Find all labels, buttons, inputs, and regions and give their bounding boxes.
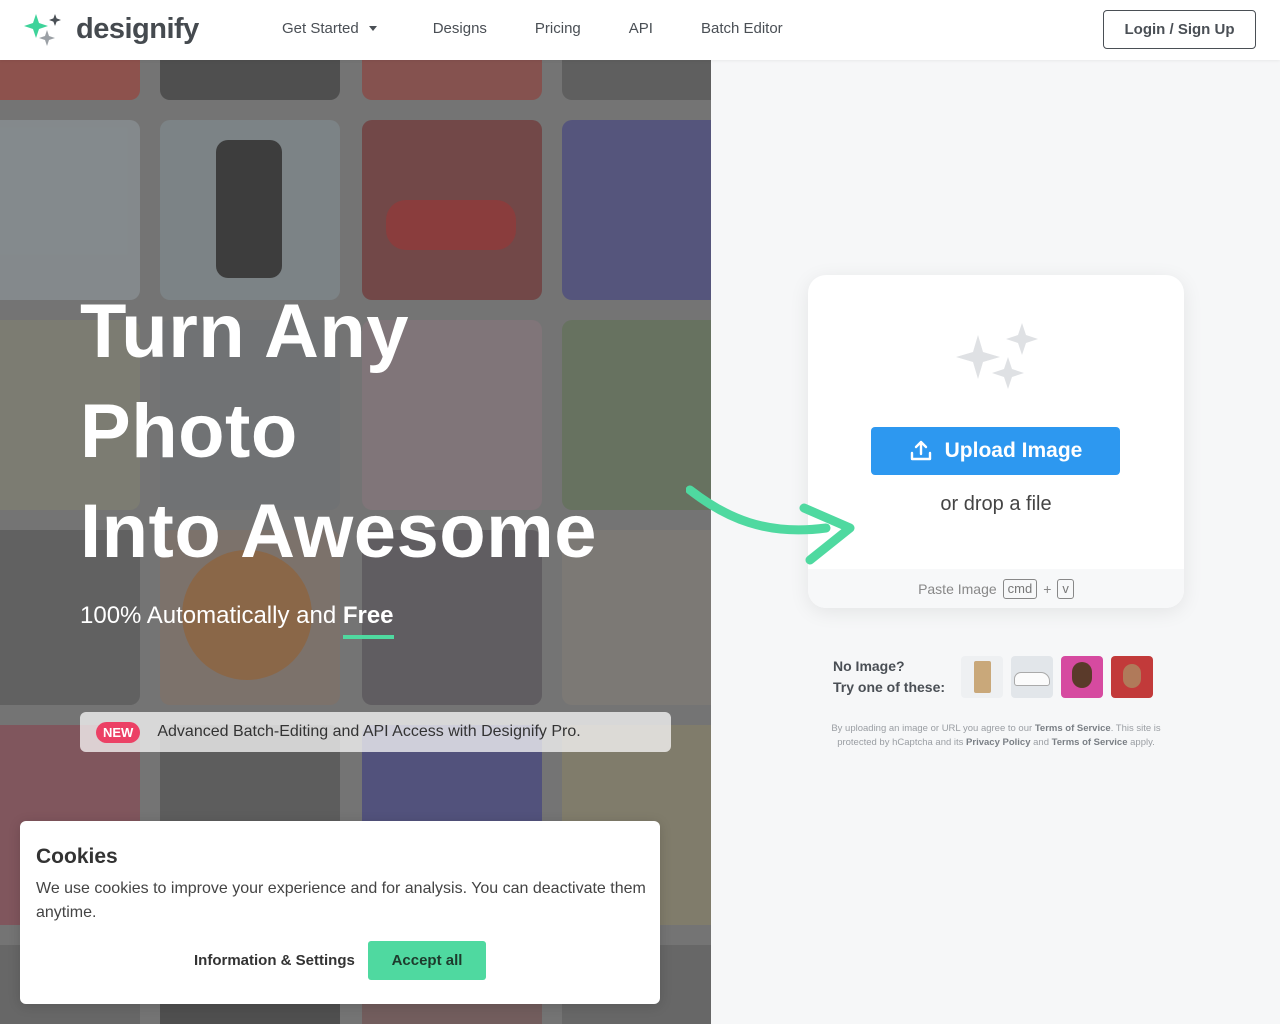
drop-file-text: or drop a file: [940, 493, 1052, 515]
nav-get-started[interactable]: Get Started: [282, 20, 377, 37]
cookie-settings-link[interactable]: Information & Settings: [194, 952, 355, 969]
person-icon: [1072, 662, 1093, 688]
hero-subtitle-highlight: Free: [342, 602, 394, 629]
curved-arrow-icon: [686, 485, 855, 565]
hero-title: Turn Any Photo Into Awesome: [80, 282, 597, 582]
pro-announcement-bar[interactable]: NEW Advanced Batch-Editing and API Acces…: [80, 712, 671, 752]
sample-thumb-woman[interactable]: [1111, 656, 1154, 698]
upload-icon: [910, 440, 931, 461]
terms-text-4: apply.: [1127, 737, 1155, 748]
new-badge: NEW: [96, 721, 141, 743]
nav-batch-editor[interactable]: Batch Editor: [701, 20, 783, 37]
sparkle-icon: [956, 323, 1038, 389]
paste-image-label: Paste Image: [918, 580, 997, 597]
key-cmd: cmd: [1002, 578, 1038, 599]
sample-thumb-man[interactable]: [1061, 656, 1104, 698]
pro-announcement-text: Advanced Batch-Editing and API Access wi…: [157, 723, 581, 740]
hero-title-line1: Turn Any: [80, 289, 410, 374]
cookie-banner: Cookies We use cookies to improve your e…: [20, 821, 660, 1004]
hero-subtitle-prefix: 100% Automatically and: [80, 602, 343, 629]
hero-subtitle: 100% Automatically and Free: [80, 602, 394, 630]
accept-all-cookies-button[interactable]: Accept all: [368, 941, 486, 980]
nav-pricing[interactable]: Pricing: [535, 20, 581, 37]
hero-title-line2: Photo: [80, 389, 298, 474]
chevron-down-icon: [368, 26, 377, 31]
nav-get-started-label: Get Started: [282, 20, 359, 37]
hero-title-line3: Into Awesome: [80, 489, 597, 574]
person-icon: [1123, 664, 1142, 688]
key-plus: +: [1043, 580, 1052, 597]
logo-text: designify: [76, 12, 199, 45]
cookie-title: Cookies: [36, 845, 118, 868]
upload-image-button[interactable]: Upload Image: [871, 427, 1120, 475]
terms-of-service-link[interactable]: Terms of Service: [1035, 723, 1111, 734]
nav-api[interactable]: API: [629, 20, 653, 37]
cookie-text: We use cookies to improve your experienc…: [36, 880, 646, 921]
top-navbar: designify Get Started Designs Pricing AP…: [0, 0, 1280, 60]
cup-icon: [974, 661, 992, 693]
samples-label-line1: No Image?: [833, 658, 905, 674]
terms-text-3: and: [1030, 737, 1052, 748]
upload-card[interactable]: Upload Image or drop a file Paste Image …: [808, 275, 1184, 608]
upload-image-label: Upload Image: [944, 439, 1083, 462]
samples-label-line2: Try one of these:: [833, 679, 946, 695]
paste-image-hint: Paste Image cmd + v: [808, 569, 1184, 608]
logo[interactable]: designify: [24, 12, 199, 46]
terms-text-1: By uploading an image or URL you agree t…: [831, 723, 1035, 734]
sample-thumb-cup[interactable]: [961, 656, 1004, 698]
login-signup-button[interactable]: Login / Sign Up: [1103, 10, 1256, 49]
car-icon: [1014, 672, 1051, 686]
sparkle-logo-icon: [24, 14, 61, 46]
nav-designs[interactable]: Designs: [433, 20, 487, 37]
sample-thumb-car[interactable]: [1011, 656, 1054, 698]
terms-notice: By uploading an image or URL you agree t…: [828, 722, 1164, 750]
samples-label: No Image? Try one of these:: [833, 656, 945, 698]
main-nav: Get Started Designs Pricing API Batch Ed…: [282, 20, 831, 37]
sample-images: No Image? Try one of these:: [833, 656, 1161, 698]
privacy-policy-link[interactable]: Privacy Policy: [966, 737, 1030, 748]
key-v: v: [1057, 578, 1074, 599]
hcaptcha-terms-link[interactable]: Terms of Service: [1052, 737, 1128, 748]
